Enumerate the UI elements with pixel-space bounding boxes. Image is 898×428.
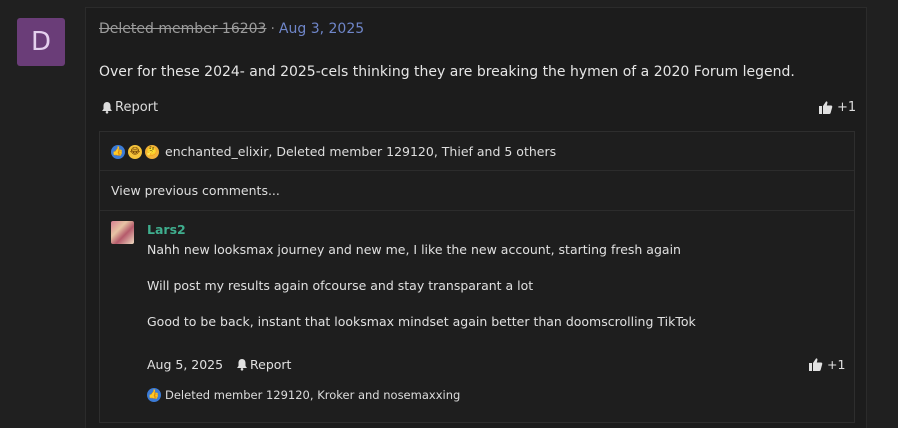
comment-like-count: +1 xyxy=(827,357,846,372)
post-body: Over for these 2024- and 2025-cels think… xyxy=(99,64,795,80)
post-date[interactable]: Aug 3, 2025 xyxy=(279,21,364,37)
divider xyxy=(100,170,854,171)
thumbs-up-icon xyxy=(809,358,823,371)
like-button[interactable]: +1 xyxy=(818,100,856,115)
thinking-icon: 🤔 xyxy=(145,144,159,159)
comment-line-1: Nahh new looksmax journey and new me, I … xyxy=(147,242,681,257)
comment-reaction-summary[interactable]: 👍 Deleted member 129120, Kroker and nose… xyxy=(147,388,460,402)
reaction-names: enchanted_elixir, Deleted member 129120,… xyxy=(165,144,557,159)
bell-icon xyxy=(102,102,112,114)
comment-line-3: Good to be back, instant that looksmax m… xyxy=(147,314,696,329)
reaction-summary[interactable]: 👍 😂 🤔 enchanted_elixir, Deleted member 1… xyxy=(111,144,556,159)
comment-date[interactable]: Aug 5, 2025 xyxy=(147,357,223,372)
reactions-comments-box: 👍 😂 🤔 enchanted_elixir, Deleted member 1… xyxy=(99,131,855,423)
comment-reaction-names: Deleted member 129120, Kroker and nosema… xyxy=(165,388,461,402)
meta-separator: · xyxy=(270,21,275,37)
thumbs-up-icon xyxy=(819,101,833,114)
report-button[interactable]: Report xyxy=(101,100,158,115)
post-meta: Deleted member 16203 · Aug 3, 2025 xyxy=(99,21,364,37)
comment-report-label: Report xyxy=(250,357,292,372)
like-icon: 👍 xyxy=(147,388,161,402)
comment-like-button[interactable]: +1 xyxy=(808,357,845,372)
comment-report-button[interactable]: Report xyxy=(236,357,291,372)
post-author[interactable]: Deleted member 16203 xyxy=(99,21,266,37)
avatar[interactable]: D xyxy=(17,18,65,66)
like-count: +1 xyxy=(837,100,857,115)
avatar-letter: D xyxy=(30,27,52,57)
view-previous-comments-link[interactable]: View previous comments... xyxy=(111,183,280,198)
like-icon: 👍 xyxy=(111,144,125,159)
comment-line-2: Will post my results again ofcourse and … xyxy=(147,278,534,293)
bell-icon xyxy=(237,359,247,371)
comment-username[interactable]: Lars2 xyxy=(147,222,186,237)
comment-avatar[interactable] xyxy=(111,221,134,244)
laugh-icon: 😂 xyxy=(128,144,142,159)
divider xyxy=(100,210,854,211)
report-label: Report xyxy=(115,100,159,115)
